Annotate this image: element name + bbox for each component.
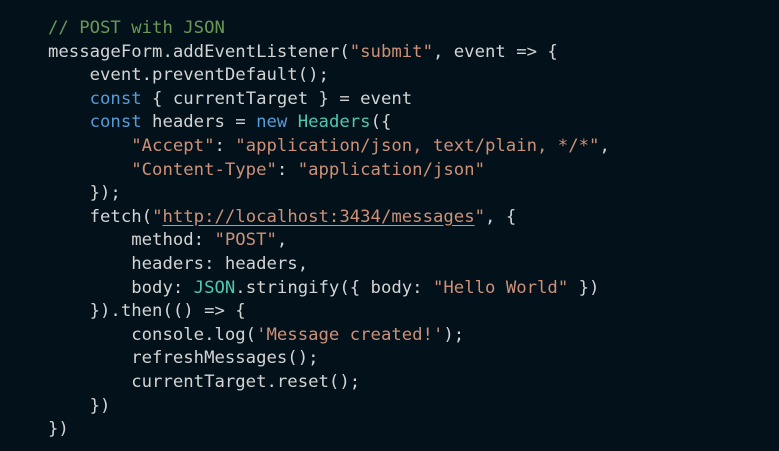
- code-keyword: new: [256, 112, 288, 133]
- code-token: refreshMessages();: [131, 348, 319, 369]
- code-line[interactable]: body: JSON.stringify({ body: "Hello Worl…: [48, 277, 779, 301]
- code-line[interactable]: method: "POST",: [48, 229, 779, 253]
- code-token: body:: [131, 277, 194, 298]
- code-line[interactable]: messageForm.addEventListener("submit", e…: [48, 41, 779, 65]
- code-token: headers =: [141, 112, 257, 133]
- code-string: ": [152, 206, 163, 227]
- code-string: "Hello World": [432, 277, 569, 298]
- code-string: "application/json, text/plain, */*": [235, 135, 600, 156]
- code-token: messageForm.addEventListener(: [48, 41, 350, 62]
- code-token: });: [89, 183, 121, 204]
- code-keyword: const: [89, 112, 142, 133]
- code-token: currentTarget.reset();: [131, 371, 361, 392]
- code-string: ": [474, 206, 486, 227]
- code-url-link[interactable]: http://localhost:3434/messages: [162, 207, 474, 227]
- code-line[interactable]: }).then(() => {: [48, 300, 779, 324]
- code-token: ({: [370, 112, 392, 133]
- code-token: { currentTarget } = event: [141, 88, 413, 109]
- code-token: }): [568, 277, 600, 298]
- code-token: , event => {: [432, 41, 558, 62]
- code-line[interactable]: event.preventDefault();: [48, 64, 779, 88]
- code-block[interactable]: // POST with JSON messageForm.addEventLis…: [48, 17, 779, 442]
- code-line[interactable]: }): [48, 418, 779, 442]
- code-line[interactable]: "Accept": "application/json, text/plain,…: [48, 135, 779, 159]
- code-line[interactable]: currentTarget.reset();: [48, 371, 779, 395]
- code-token: event.preventDefault();: [89, 65, 329, 86]
- code-token: , {: [485, 206, 517, 227]
- code-token: ,: [276, 230, 288, 251]
- code-token: fetch(: [89, 206, 153, 227]
- code-token: method:: [131, 230, 215, 251]
- code-string: 'Message created!': [256, 324, 444, 345]
- code-token: :: [214, 135, 236, 156]
- code-type-name: JSON: [193, 277, 236, 298]
- code-line[interactable]: fetch("http://localhost:3434/messages", …: [48, 206, 779, 230]
- code-type-name: Headers: [297, 112, 371, 133]
- code-token: headers: headers,: [131, 253, 309, 274]
- code-string: "Accept": [131, 135, 215, 156]
- code-string: "application/json": [297, 159, 485, 180]
- code-line[interactable]: });: [48, 182, 779, 206]
- code-string: "POST": [214, 230, 277, 251]
- code-token: }): [89, 395, 111, 416]
- code-token: console.log(: [131, 324, 257, 345]
- code-line[interactable]: // POST with JSON: [48, 17, 779, 41]
- code-line[interactable]: const headers = new Headers({: [48, 111, 779, 135]
- code-line[interactable]: console.log('Message created!');: [48, 324, 779, 348]
- code-line[interactable]: refreshMessages();: [48, 347, 779, 371]
- code-string: "Content-Type": [131, 159, 277, 180]
- code-token: }).then(() => {: [89, 301, 246, 322]
- code-line[interactable]: "Content-Type": "application/json": [48, 159, 779, 183]
- code-editor[interactable]: // POST with JSON messageForm.addEventLis…: [0, 0, 779, 451]
- code-token: :: [276, 159, 298, 180]
- code-comment: // POST with JSON: [48, 18, 225, 38]
- code-string: "submit": [349, 41, 433, 62]
- code-token: .stringify({ body:: [235, 277, 433, 298]
- code-token: );: [443, 324, 465, 345]
- code-line[interactable]: const { currentTarget } = event: [48, 88, 779, 112]
- code-token: ,: [599, 135, 610, 156]
- code-token: }): [48, 419, 69, 440]
- code-line[interactable]: }): [48, 395, 779, 419]
- code-line[interactable]: headers: headers,: [48, 253, 779, 277]
- code-keyword: const: [89, 88, 142, 109]
